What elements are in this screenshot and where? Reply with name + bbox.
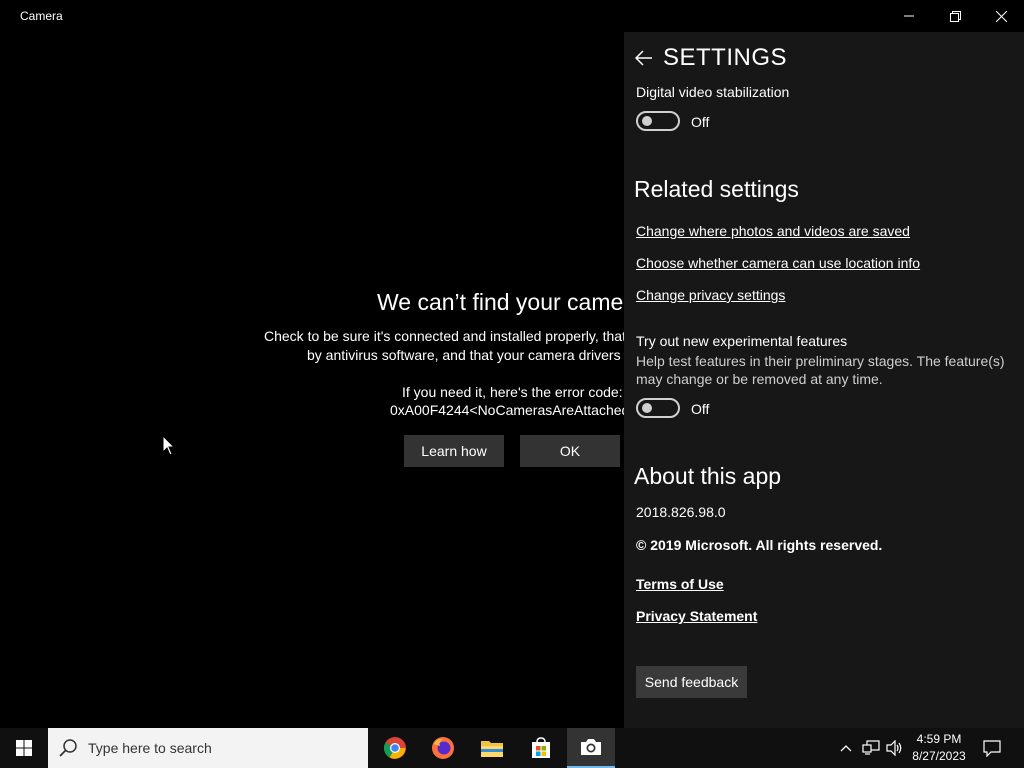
- link-privacy-settings[interactable]: Change privacy settings: [636, 287, 785, 303]
- error-code-value: 0xA00F4244<NoCamerasAreAttached: [390, 402, 624, 418]
- send-feedback-button[interactable]: Send feedback: [636, 666, 747, 698]
- network-icon: [862, 740, 880, 755]
- stabilization-state: Off: [691, 114, 710, 130]
- terms-of-use-link[interactable]: Terms of Use: [636, 576, 724, 592]
- taskbar-camera[interactable]: [567, 728, 615, 768]
- chrome-icon: [384, 737, 406, 759]
- experimental-label: Try out new experimental features: [636, 333, 848, 349]
- taskbar-store[interactable]: [517, 728, 565, 768]
- show-hidden-icons-button[interactable]: [836, 728, 856, 768]
- camera-viewport: We can’t find your came Check to be sure…: [0, 32, 624, 728]
- clock-time: 4:59 PM: [916, 732, 962, 746]
- error-message-line-1: Check to be sure it's connected and inst…: [264, 328, 624, 344]
- app-version: 2018.826.98.0: [636, 504, 726, 520]
- error-code-label: If you need it, here's the error code:: [402, 384, 623, 400]
- settings-pane: SETTINGS Digital video stabilization Off…: [624, 32, 1024, 728]
- window-title: Camera: [20, 9, 63, 23]
- mouse-pointer-icon: [162, 435, 176, 456]
- taskbar-clock[interactable]: 4:59 PM 8/27/2023: [908, 731, 970, 765]
- back-arrow-icon[interactable]: [634, 48, 654, 68]
- link-location-info[interactable]: Choose whether camera can use location i…: [636, 255, 920, 271]
- restore-button[interactable]: [932, 0, 978, 32]
- learn-how-button[interactable]: Learn how: [404, 435, 504, 467]
- experimental-state: Off: [691, 401, 710, 417]
- taskbar-search-box[interactable]: Type here to search: [48, 728, 368, 768]
- taskbar-file-explorer[interactable]: [468, 728, 516, 768]
- close-button[interactable]: [978, 0, 1024, 32]
- taskbar-chrome[interactable]: [371, 728, 419, 768]
- search-placeholder: Type here to search: [88, 740, 212, 756]
- camera-icon: [581, 739, 601, 755]
- notification-icon: [983, 739, 1001, 757]
- link-save-location[interactable]: Change where photos and videos are saved: [636, 223, 910, 239]
- experimental-toggle[interactable]: [636, 398, 680, 418]
- toggle-knob: [642, 116, 652, 126]
- minimize-icon: [904, 15, 914, 17]
- store-icon: [532, 737, 550, 758]
- restore-icon: [949, 10, 961, 22]
- close-icon: [995, 10, 1007, 22]
- volume-button[interactable]: [884, 728, 906, 768]
- copyright-text: © 2019 Microsoft. All rights reserved.: [636, 537, 883, 553]
- toggle-knob: [642, 403, 652, 413]
- chevron-up-icon: [840, 745, 852, 752]
- action-center-button[interactable]: [978, 728, 1006, 768]
- error-title: We can’t find your came: [377, 289, 624, 315]
- network-button[interactable]: [860, 728, 882, 768]
- taskbar: Type here to search 4:59 PM 8/27/2023: [0, 728, 1024, 768]
- clock-date: 8/27/2023: [912, 749, 966, 763]
- privacy-statement-link[interactable]: Privacy Statement: [636, 608, 757, 624]
- experimental-description: Help test features in their preliminary …: [636, 353, 1005, 387]
- ok-button[interactable]: OK: [520, 435, 620, 467]
- stabilization-toggle[interactable]: [636, 111, 680, 131]
- title-bar: Camera: [0, 0, 1024, 32]
- about-heading: About this app: [634, 463, 782, 489]
- settings-title: SETTINGS: [663, 44, 788, 71]
- windows-logo-icon: [16, 740, 32, 756]
- error-message-line-2: by antivirus software, and that your cam…: [307, 347, 621, 363]
- search-icon: [59, 739, 77, 757]
- firefox-icon: [432, 737, 454, 759]
- start-button[interactable]: [0, 728, 48, 768]
- related-settings-heading: Related settings: [634, 176, 799, 202]
- stabilization-label: Digital video stabilization: [636, 84, 790, 100]
- taskbar-firefox[interactable]: [419, 728, 467, 768]
- minimize-button[interactable]: [886, 0, 932, 32]
- file-explorer-icon: [481, 741, 503, 757]
- volume-icon: [886, 740, 902, 756]
